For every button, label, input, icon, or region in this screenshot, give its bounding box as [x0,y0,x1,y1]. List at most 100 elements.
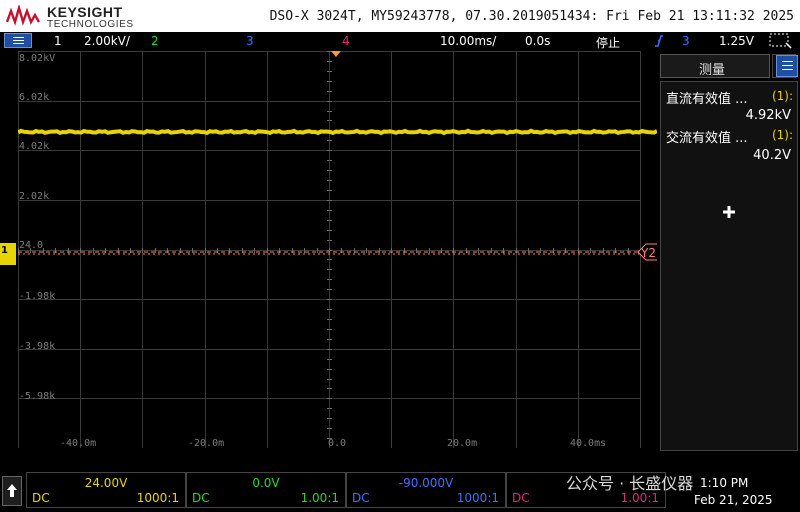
grid-tick [327,101,332,102]
tab-measurements-label: 测量 [699,63,726,78]
rising-edge-trigger-icon [655,35,663,47]
grid-tick [327,210,332,211]
ch1-ground-marker[interactable]: 1 [0,243,16,265]
measurement-value: 4.92kV [745,108,791,123]
measurement-value: 40.2V [753,148,791,163]
y-axis-label: 6.02k [19,92,50,103]
ch1-number[interactable]: 1 [54,34,62,48]
grid-tick [327,240,332,241]
grid-tick [327,349,332,350]
y-axis-label: 2.02k [19,191,50,202]
x-axis-label: 0.0 [328,438,347,449]
status-bar: 1 2.00kV/ 2 3 4 10.00ms/ 0.0s 停止 3 1.25V [0,32,800,50]
grid-tick [43,248,44,253]
ch1-probe: 1000:1 [136,491,179,505]
grid-tick [491,248,492,253]
channel-bar: 24.00V DC 1000:1 0.0V DC 1.00:1 -90.000V… [0,452,800,512]
grid-tick [327,359,332,360]
ch2-coupling: DC [192,491,210,505]
grid-tick [327,81,332,82]
grid-tick [327,309,332,310]
main-menu-button[interactable] [4,33,32,48]
clock-time: 1:10 PM [700,476,749,490]
grid-tick [528,248,529,253]
keysight-logo: KEYSIGHT TECHNOLOGIES [6,3,133,30]
grid-tick [205,248,206,253]
grid-tick [267,248,268,253]
grid-tick [327,388,332,389]
grid-tick [327,111,332,112]
grid-tick [142,248,143,253]
grid-tick [93,248,94,253]
arrow-up-icon [7,484,17,497]
x-axis-label: 40.0ms [570,438,607,449]
grid-tick [327,269,332,270]
brand-subtitle: TECHNOLOGIES [47,19,134,30]
measurement-name: 交流有效值 ... [666,131,748,146]
grid-tick [327,170,332,171]
grid-tick [379,248,380,253]
x-axis-label: -40.0m [60,438,97,449]
ch2-number[interactable]: 2 [151,34,159,48]
trigger-source[interactable]: 3 [682,34,690,48]
ch3-probe: 1000:1 [456,491,499,505]
tab-measurements[interactable]: 测量 [660,54,770,78]
grid-tick [327,428,332,429]
title-bar: KEYSIGHT TECHNOLOGIES DSO-X 3024T, MY592… [0,0,800,32]
trigger-level[interactable]: 1.25V [719,34,754,48]
grid-tick [327,398,332,399]
grid-tick [80,248,81,253]
ch1-waveform [18,128,657,136]
ch3-settings[interactable]: -90.000V DC 1000:1 [346,472,506,508]
clock-date: Feb 21, 2025 [694,493,773,507]
ch3-offset: -90.000V [398,476,454,490]
grid-tick [327,160,332,161]
grid-tick [327,418,332,419]
grid-tick [327,200,332,201]
y-axis-label: 8.02kV [19,53,56,64]
waveform-display[interactable]: Y2 8.02kV 6.02k 4.02k 2.02k 24.0 -1.98k … [18,51,657,449]
trigger-position-marker[interactable] [331,51,341,57]
grid-tick [327,329,332,330]
ch1-scale[interactable]: 2.00kV/ [84,34,130,48]
timebase-scale[interactable]: 10.00ms/ [440,34,496,48]
grid-tick [327,339,332,340]
acquire-mode-icon[interactable] [766,32,794,49]
ch2-settings[interactable]: 0.0V DC 1.00:1 [186,472,346,508]
y2-cursor-label: Y2 [640,246,656,260]
grid-tick [327,279,332,280]
ch1-offset: 24.00V [84,476,128,490]
grid-tick [327,408,332,409]
grid-tick [327,61,332,62]
watermark-text: 公众号 · 长盛仪器 [566,474,694,493]
scroll-up-button[interactable] [2,476,22,506]
y-axis-label: 4.02k [19,141,50,152]
grid-tick [429,248,430,253]
grid-tick [327,180,332,181]
grid-tick [327,190,332,191]
ch3-number[interactable]: 3 [246,34,254,48]
grid-tick [327,319,332,320]
grid-tick [590,248,591,253]
grid-tick [327,289,332,290]
ch4-number[interactable]: 4 [342,34,350,48]
side-menu-button[interactable] [776,55,798,77]
grid-tick [327,230,332,231]
ch1-settings[interactable]: 24.00V DC 1000:1 [26,472,186,508]
grid-tick [317,248,318,253]
grid-tick [254,248,255,253]
time-delay[interactable]: 0.0s [525,34,550,48]
run-state[interactable]: 停止 [596,34,620,51]
brand-name: KEYSIGHT [47,4,123,20]
grid-tick [192,248,193,253]
ch1-marker-label: 1 [1,245,8,256]
measurement-name: 直流有效值 ... [666,92,748,107]
ch4-coupling: DC [512,491,530,505]
add-measurement-icon[interactable] [719,202,739,222]
y-axis-label: -1.98k [19,291,56,302]
grid-tick [327,299,332,300]
grid-tick [366,248,367,253]
grid-tick [540,248,541,253]
grid-tick [327,91,332,92]
measurement-source: (1): [771,89,793,103]
